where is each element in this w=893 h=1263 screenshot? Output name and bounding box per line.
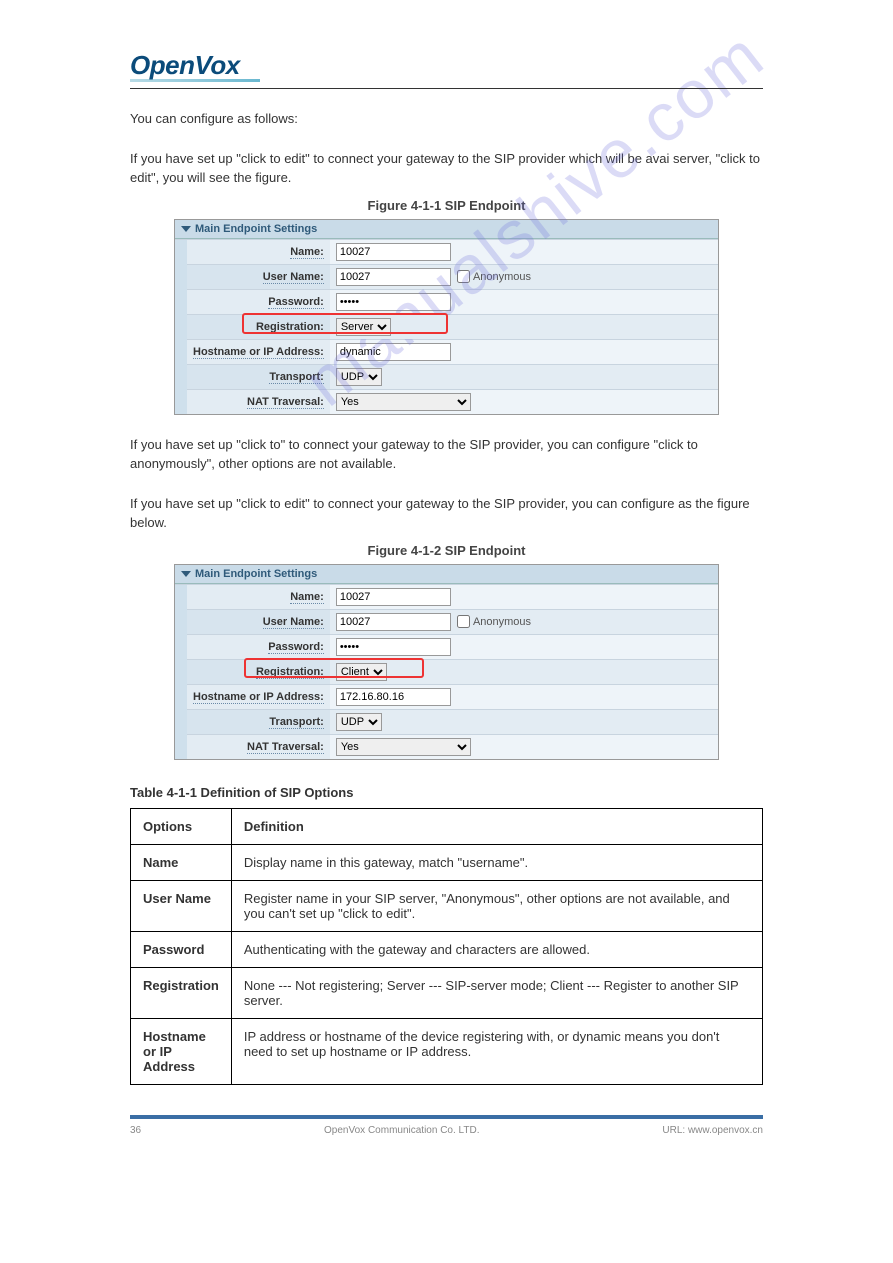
mid-paragraph-1: If you have set up "click to" to connect… <box>130 435 763 474</box>
f2-label-name: Name: <box>187 584 330 609</box>
f2-label-password: Password: <box>187 634 330 659</box>
def-def-4: IP address or hostname of the device reg… <box>231 1018 762 1084</box>
f2-label-username: User Name: <box>187 609 330 634</box>
f1-input-password[interactable] <box>336 293 451 311</box>
def-opt-2: Password <box>131 931 232 967</box>
intro-paragraph-1: You can configure as follows: <box>130 109 763 129</box>
f1-select-nat[interactable]: Yes <box>336 393 471 411</box>
f2-anonymous-label: Anonymous <box>473 616 531 628</box>
f1-label-password: Password: <box>187 289 330 314</box>
footer-page: 36 <box>130 1125 141 1136</box>
figure-2-caption: Figure 4-1-2 SIP Endpoint <box>130 543 763 558</box>
table-row: Password Authenticating with the gateway… <box>131 931 763 967</box>
logo-part-vox: Vox <box>194 50 239 80</box>
panel-1-title-row[interactable]: Main Endpoint Settings <box>175 220 718 239</box>
header-divider <box>130 88 763 89</box>
figure-2-panel: Main Endpoint Settings Name: User Name: … <box>174 564 719 760</box>
panel-2-title-row[interactable]: Main Endpoint Settings <box>175 565 718 584</box>
figure-2-form-table: Name: User Name: Anonymous Password: Reg… <box>175 584 718 759</box>
f1-label-hostname: Hostname or IP Address: <box>187 339 330 364</box>
f2-select-registration[interactable]: Client <box>336 663 387 681</box>
f2-label-nat: NAT Traversal: <box>187 734 330 759</box>
panel-1-title: Main Endpoint Settings <box>195 223 317 235</box>
mid-paragraph-2: If you have set up "click to edit" to co… <box>130 494 763 533</box>
panel-2-title: Main Endpoint Settings <box>195 568 317 580</box>
panel-stripe <box>175 239 187 414</box>
f2-checkbox-anonymous[interactable] <box>457 615 470 628</box>
f2-input-name[interactable] <box>336 588 451 606</box>
f1-label-transport: Transport: <box>187 364 330 389</box>
f1-input-hostname[interactable] <box>336 343 451 361</box>
figure-1-panel: Main Endpoint Settings Name: User Name: … <box>174 219 719 415</box>
def-header-definition: Definition <box>231 808 762 844</box>
f1-label-registration: Registration: <box>187 314 330 339</box>
page-footer: 36 OpenVox Communication Co. LTD. URL: w… <box>130 1119 763 1136</box>
footer-right: URL: www.openvox.cn <box>662 1125 763 1136</box>
f1-select-transport[interactable]: UDP <box>336 368 382 386</box>
chevron-down-icon <box>181 571 191 577</box>
def-def-2: Authenticating with the gateway and char… <box>231 931 762 967</box>
f2-label-registration: Registration: <box>187 659 330 684</box>
f1-anonymous-label: Anonymous <box>473 271 531 283</box>
f1-label-nat: NAT Traversal: <box>187 389 330 414</box>
f2-input-password[interactable] <box>336 638 451 656</box>
figure-1-form-table: Name: User Name: Anonymous Password: Reg… <box>175 239 718 414</box>
f1-label-name: Name: <box>187 239 330 264</box>
def-def-1: Register name in your SIP server, "Anony… <box>231 880 762 931</box>
def-opt-1: User Name <box>131 880 232 931</box>
figure-1-caption: Figure 4-1-1 SIP Endpoint <box>130 198 763 213</box>
page-header: OpenVox <box>130 50 763 89</box>
def-header-option: Options <box>131 808 232 844</box>
footer-left: OpenVox Communication Co. LTD. <box>324 1125 479 1136</box>
table-row: User Name Register name in your SIP serv… <box>131 880 763 931</box>
chevron-down-icon <box>181 226 191 232</box>
logo: OpenVox <box>130 50 763 81</box>
panel-stripe <box>175 584 187 759</box>
f2-input-hostname[interactable] <box>336 688 451 706</box>
f1-select-registration[interactable]: Server <box>336 318 391 336</box>
def-opt-0: Name <box>131 844 232 880</box>
def-def-3: None --- Not registering; Server --- SIP… <box>231 967 762 1018</box>
definition-table-title: Table 4-1-1 Definition of SIP Options <box>130 785 763 800</box>
f1-label-username: User Name: <box>187 264 330 289</box>
f1-input-name[interactable] <box>336 243 451 261</box>
intro-paragraph-2: If you have set up "click to edit" to co… <box>130 149 763 188</box>
definition-table: Options Definition Name Display name in … <box>130 808 763 1085</box>
f1-checkbox-anonymous[interactable] <box>457 270 470 283</box>
table-row: Name Display name in this gateway, match… <box>131 844 763 880</box>
f2-select-transport[interactable]: UDP <box>336 713 382 731</box>
def-opt-4: Hostname or IP Address <box>131 1018 232 1084</box>
f2-label-transport: Transport: <box>187 709 330 734</box>
def-def-0: Display name in this gateway, match "use… <box>231 844 762 880</box>
def-opt-3: Registration <box>131 967 232 1018</box>
table-row: Hostname or IP Address IP address or hos… <box>131 1018 763 1084</box>
f1-input-username[interactable] <box>336 268 451 286</box>
f2-label-hostname: Hostname or IP Address: <box>187 684 330 709</box>
logo-part-open: Open <box>130 50 194 80</box>
f2-select-nat[interactable]: Yes <box>336 738 471 756</box>
table-row: Registration None --- Not registering; S… <box>131 967 763 1018</box>
f2-input-username[interactable] <box>336 613 451 631</box>
